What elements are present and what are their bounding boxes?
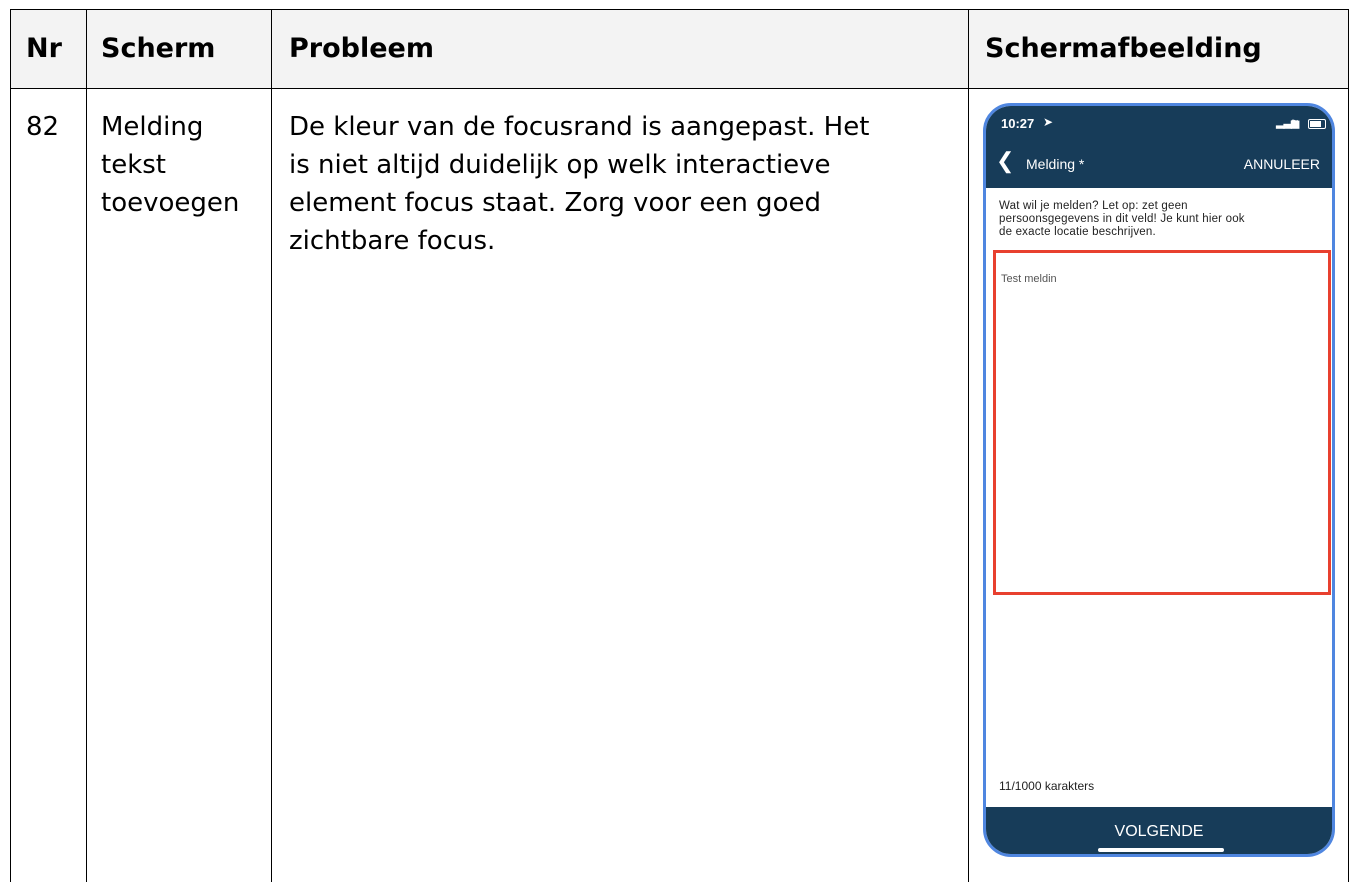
wifi-icon: ≈ (1291, 114, 1299, 129)
melding-textarea[interactable]: Test meldin (993, 250, 1331, 595)
header-nr: Nr (26, 33, 62, 64)
probleem-line: is niet altijd duidelijk op welk interac… (289, 150, 831, 180)
location-arrow-icon: ➤ (1043, 115, 1054, 129)
nav-title: Melding * (1026, 156, 1085, 172)
scherm-line: Melding (101, 112, 204, 142)
probleem-line: element focus staat. Zorg voor een goed (289, 188, 821, 218)
status-time: 10:27 (1001, 116, 1035, 131)
home-indicator (1098, 848, 1224, 852)
battery-icon (1308, 119, 1326, 129)
table-border-top (10, 9, 1349, 10)
next-button[interactable]: VOLGENDE (986, 807, 1332, 854)
probleem-line: De kleur van de focusrand is aangepast. … (289, 112, 870, 142)
column-divider-1 (86, 9, 87, 882)
header-schermafbeelding: Schermafbeelding (985, 33, 1262, 64)
prompt-line: Wat wil je melden? Let op: zet geen (999, 200, 1188, 212)
prompt-line: de exacte locatie beschrijven. (999, 226, 1156, 238)
next-button-label: VOLGENDE (1114, 823, 1204, 840)
field-prompt: Wat wil je melden? Let op: zet geen pers… (999, 200, 1332, 239)
scherm-line: toevoegen (101, 188, 240, 218)
app-top-bar: 10:27 ➤ ▂▃▅ ≈ ❮ Melding * ANNULEER (986, 106, 1332, 188)
table-header-divider (10, 88, 1349, 89)
table-border-right (1348, 9, 1349, 882)
textarea-value: Test meldin (1001, 273, 1057, 285)
cancel-button[interactable]: ANNULEER (1244, 156, 1320, 172)
column-divider-3 (968, 9, 969, 882)
header-probleem: Probleem (289, 33, 434, 64)
table-border-left (10, 9, 11, 882)
phone-screenshot: 10:27 ➤ ▂▃▅ ≈ ❮ Melding * ANNULEER Wat w… (983, 103, 1335, 857)
header-scherm: Scherm (101, 33, 216, 64)
scherm-line: tekst (101, 150, 166, 180)
prompt-line: persoonsgegevens in dit veld! Je kunt hi… (999, 213, 1245, 225)
row-scherm: Melding tekst toevoegen (101, 108, 239, 222)
row-probleem: De kleur van de focusrand is aangepast. … (289, 108, 869, 260)
probleem-line: zichtbare focus. (289, 226, 496, 256)
column-divider-2 (271, 9, 272, 882)
row-nr: 82 (26, 112, 60, 142)
character-counter: 11/1000 karakters (999, 779, 1095, 793)
back-chevron-icon[interactable]: ❮ (996, 150, 1014, 172)
